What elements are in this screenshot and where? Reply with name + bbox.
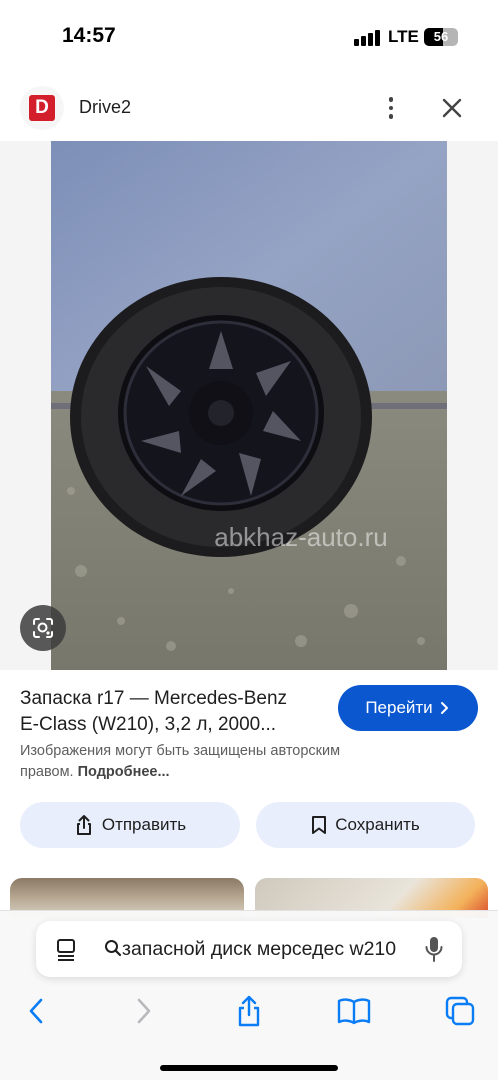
share-page-button[interactable] [229,993,269,1029]
site-logo[interactable]: D [20,86,64,130]
bookmarks-icon [337,998,371,1025]
copyright-notice: Изображения могут быть защищены авторски… [20,741,380,783]
image-preview[interactable]: abkhaz-auto.ru [0,141,498,670]
chevron-right-icon [440,702,448,714]
address-field[interactable]: запасной диск мерседес w210 [104,938,410,961]
address-bar[interactable]: запасной диск мерседес w210 [36,921,462,977]
status-time: 14:57 [62,24,116,47]
viewer-header: D Drive2 [0,84,498,132]
save-button-label: Сохранить [335,815,420,834]
signal-icon [354,28,380,46]
save-button[interactable]: Сохранить [256,802,475,848]
share-button-label: Отправить [101,815,187,834]
forward-icon [137,998,151,1024]
result-title-line-2: E-Class (W210), 3,2 л, 2000... [20,714,277,735]
result-title-line-1: Запаска r17 — Mercedes-Benz [20,688,288,709]
wheel-photo: abkhaz-auto.ru [51,141,447,670]
watermark-text: abkhaz-auto.ru [214,522,387,552]
more-options-button[interactable] [376,92,406,124]
tabs-icon [445,996,475,1026]
visual-search-button[interactable] [20,605,66,651]
share-page-icon [238,995,260,1027]
copyright-text: Изображения могут быть защищены авторски… [20,743,341,780]
visit-button-label: Перейти [365,698,433,717]
site-name[interactable]: Drive2 [79,97,131,118]
battery-icon: 56 [424,28,458,46]
reader-icon[interactable] [56,937,78,961]
search-icon [105,940,122,957]
battery-level: 56 [433,29,449,44]
back-icon [29,998,43,1024]
forward-button[interactable] [124,993,164,1029]
result-title[interactable]: Запаска r17 — Mercedes-Benz E-Class (W21… [20,686,322,738]
close-button[interactable] [438,94,466,122]
lens-icon [33,618,53,638]
close-icon [442,98,462,118]
bookmark-icon [312,816,327,834]
tabs-button[interactable] [440,993,480,1029]
learn-more-link[interactable]: Подробнее... [78,764,170,780]
address-text: запасной диск мерседес w210 [122,938,397,960]
back-button[interactable] [16,993,56,1029]
share-icon [76,815,91,835]
home-indicator [160,1065,338,1071]
site-logo-letter: D [29,95,55,121]
bookmarks-button[interactable] [334,993,374,1029]
browser-toolbar: запасной диск мерседес w210 [0,910,498,1080]
visit-button[interactable]: Перейти [338,685,478,731]
share-button[interactable]: Отправить [20,802,240,848]
mic-icon[interactable] [424,935,444,963]
status-bar: 14:57 LTE 56 [0,0,498,72]
network-label: LTE [388,27,419,46]
